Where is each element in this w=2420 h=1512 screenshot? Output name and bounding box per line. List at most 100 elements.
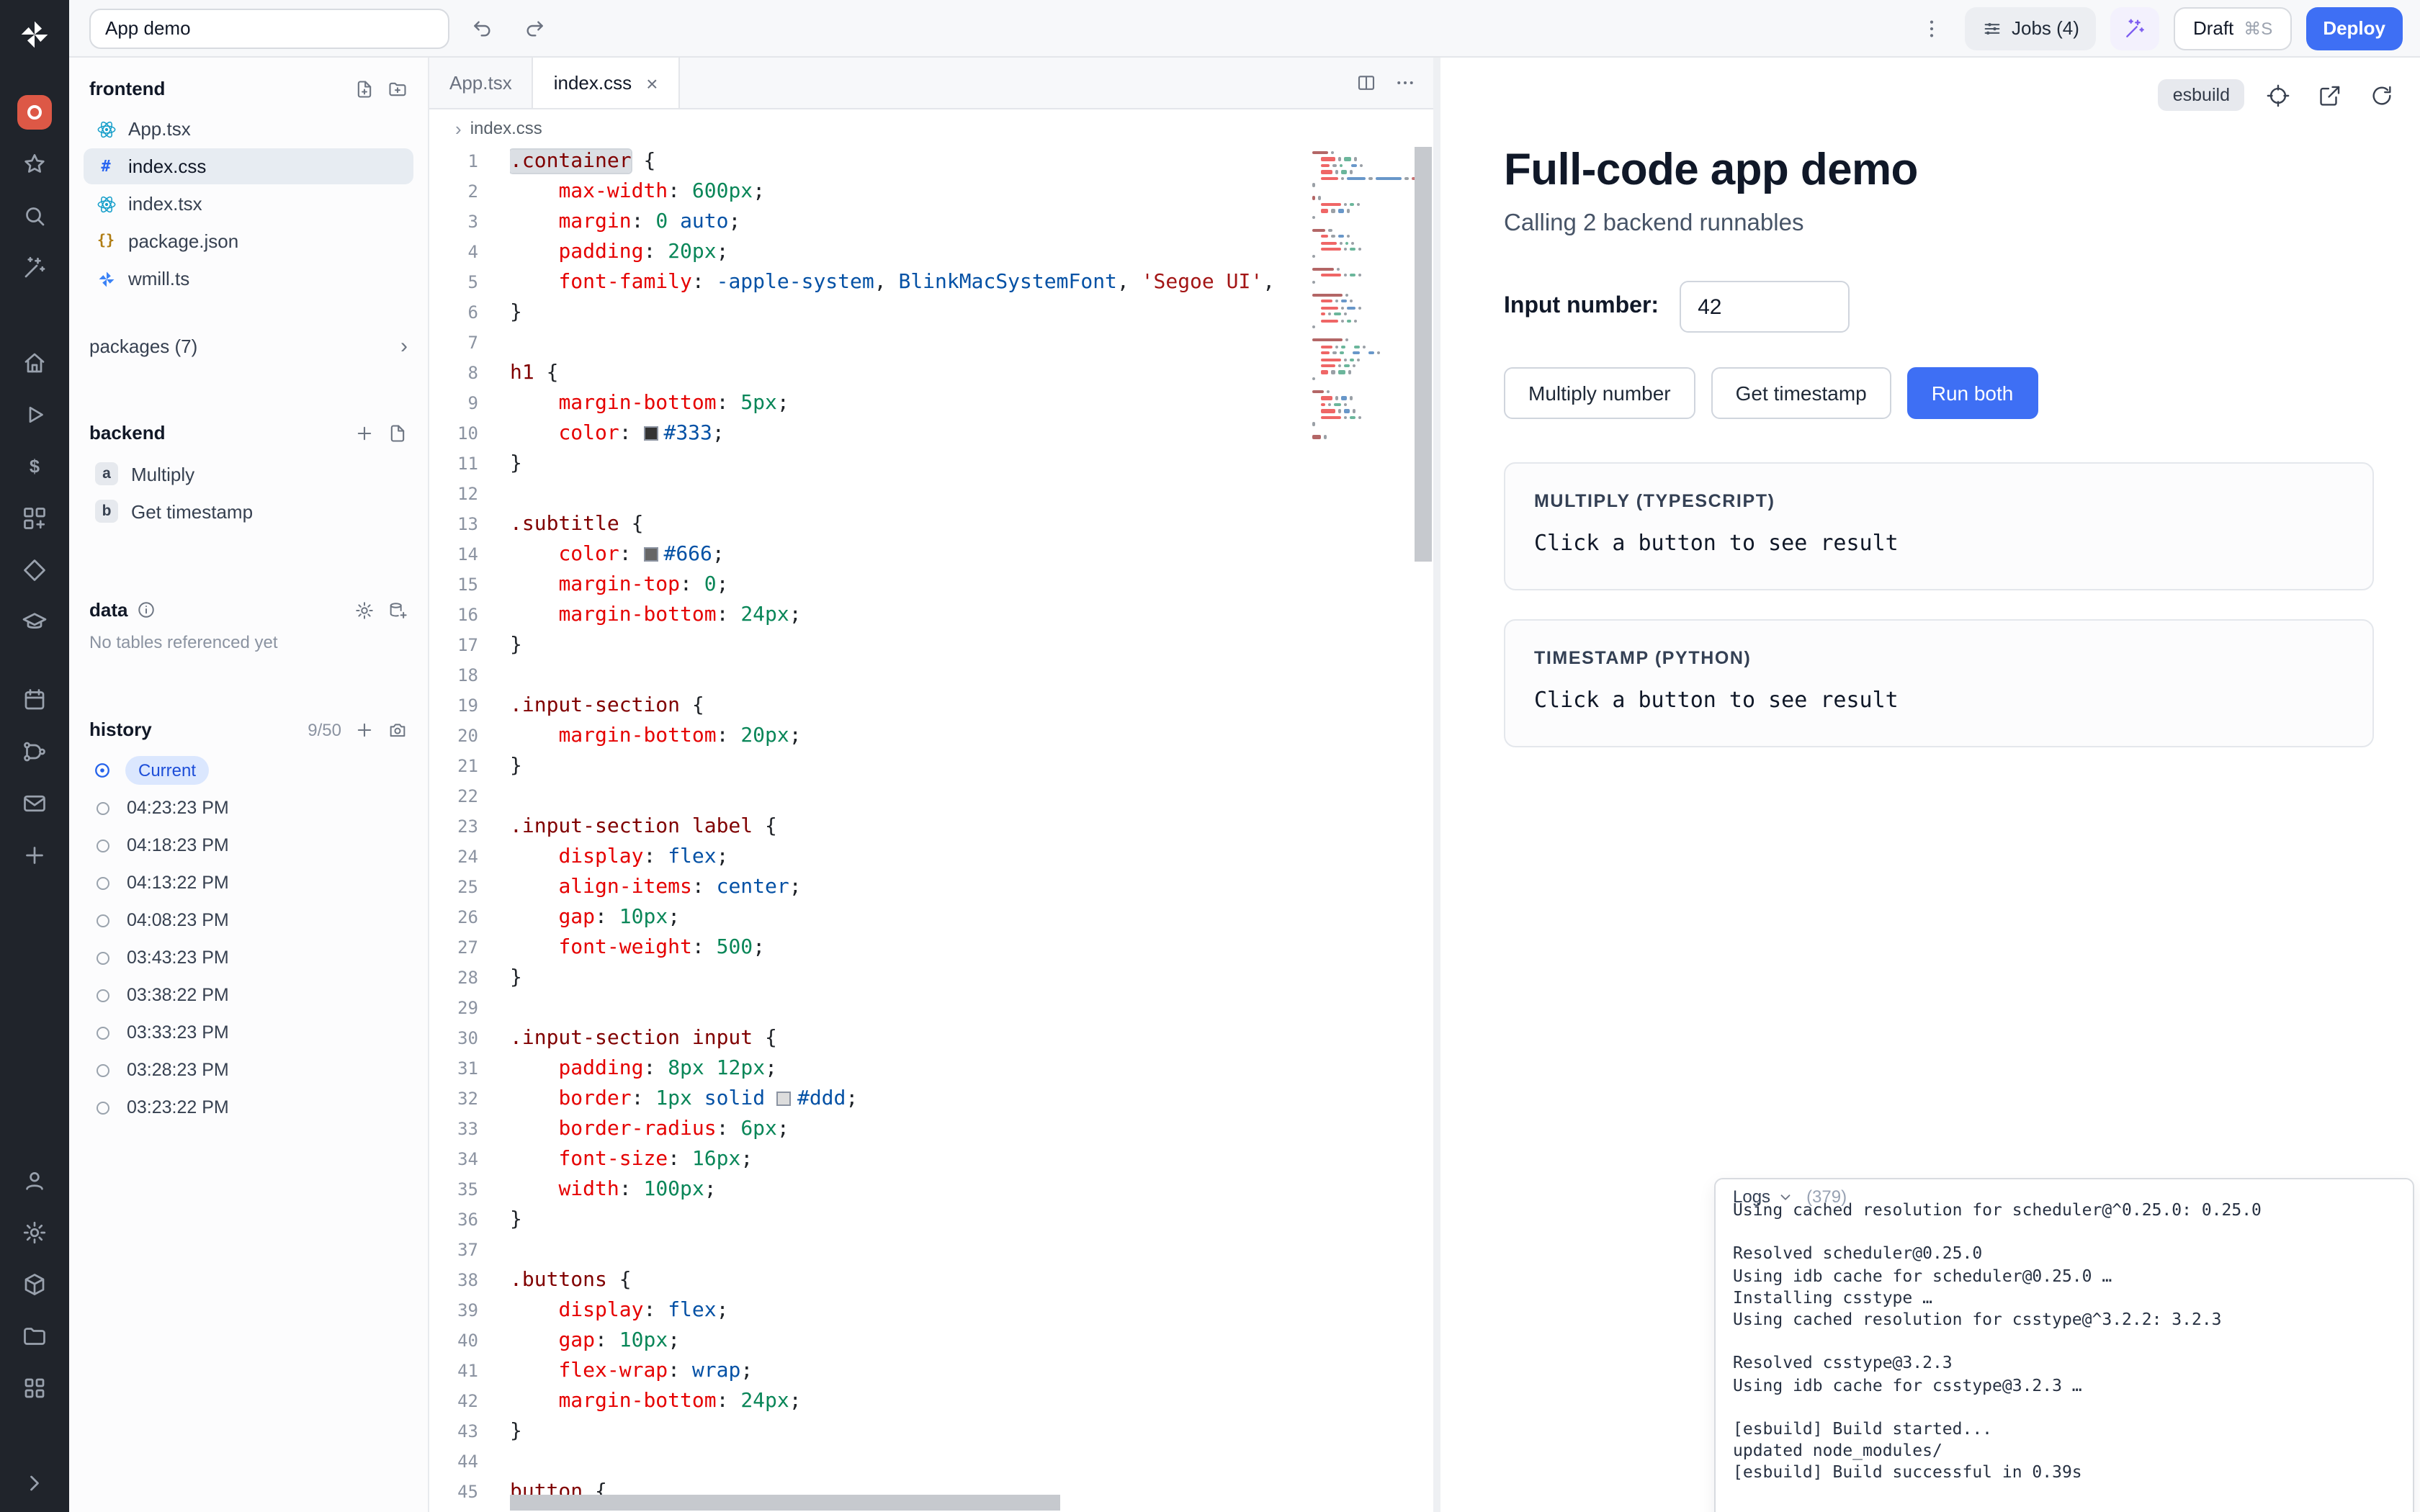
color-swatch[interactable] xyxy=(777,1092,792,1106)
new-file-icon[interactable] xyxy=(354,78,375,99)
code-line-17[interactable]: 17} xyxy=(429,631,1433,661)
backend-runnable-get-timestamp[interactable]: bGet timestamp xyxy=(89,492,408,530)
package-icon[interactable] xyxy=(14,1264,55,1305)
vertical-scrollbar[interactable] xyxy=(1413,147,1433,1512)
more-options-icon[interactable] xyxy=(1394,72,1416,94)
multiply-number-button[interactable]: Multiply number xyxy=(1504,367,1695,419)
kebab-menu-icon[interactable] xyxy=(1912,9,1950,47)
code-line-12[interactable]: 12 xyxy=(429,480,1433,510)
code-line-9[interactable]: 9 margin-bottom: 5px; xyxy=(429,389,1433,419)
code-line-33[interactable]: 33 border-radius: 6px; xyxy=(429,1115,1433,1145)
packages-row[interactable]: packages (7) › xyxy=(89,334,408,359)
code-line-10[interactable]: 10 color: #333; xyxy=(429,419,1433,449)
code-line-16[interactable]: 16 margin-bottom: 24px; xyxy=(429,600,1433,631)
code-line-5[interactable]: 5 font-family: -apple-system, BlinkMacSy… xyxy=(429,268,1433,298)
code-line-34[interactable]: 34 font-size: 16px; xyxy=(429,1145,1433,1175)
history-entry[interactable]: 04:08:23 PM xyxy=(89,901,408,939)
code-line-29[interactable]: 29 xyxy=(429,994,1433,1024)
code-line-35[interactable]: 35 width: 100px; xyxy=(429,1175,1433,1205)
jobs-button[interactable]: Jobs (4) xyxy=(1964,6,2097,50)
code-line-1[interactable]: 1.container { xyxy=(429,147,1433,177)
tab-index.css[interactable]: index.css× xyxy=(534,58,680,108)
minimap[interactable] xyxy=(1312,151,1387,442)
code-line-43[interactable]: 43} xyxy=(429,1417,1433,1447)
code-line-19[interactable]: 19.input-section { xyxy=(429,691,1433,721)
new-script-icon[interactable] xyxy=(387,423,408,443)
sidebar-file-index.css[interactable]: #index.css xyxy=(84,148,413,184)
code-line-3[interactable]: 3 margin: 0 auto; xyxy=(429,207,1433,238)
code-line-44[interactable]: 44 xyxy=(429,1447,1433,1477)
history-entry[interactable]: 03:23:22 PM xyxy=(89,1089,408,1126)
windmill-logo-icon[interactable] xyxy=(14,14,55,55)
user-icon[interactable] xyxy=(14,1161,55,1201)
add-table-icon[interactable] xyxy=(387,600,408,620)
sidebar-file-index.tsx[interactable]: index.tsx xyxy=(84,186,413,222)
history-current-row[interactable]: Current xyxy=(89,752,408,789)
code-line-11[interactable]: 11} xyxy=(429,449,1433,480)
code-line-23[interactable]: 23.input-section label { xyxy=(429,812,1433,842)
code-line-21[interactable]: 21} xyxy=(429,752,1433,782)
code-line-41[interactable]: 41 flex-wrap: wrap; xyxy=(429,1356,1433,1387)
mail-icon[interactable] xyxy=(14,783,55,824)
deploy-button[interactable]: Deploy xyxy=(2305,6,2403,50)
code-line-42[interactable]: 42 margin-bottom: 24px; xyxy=(429,1387,1433,1417)
bundler-badge[interactable]: esbuild xyxy=(2159,79,2244,111)
plus-icon[interactable] xyxy=(14,835,55,876)
ai-wand-button[interactable] xyxy=(2111,6,2160,50)
branch-icon[interactable] xyxy=(14,732,55,772)
new-folder-icon[interactable] xyxy=(387,78,408,99)
code-line-18[interactable]: 18 xyxy=(429,661,1433,691)
code-line-37[interactable]: 37 xyxy=(429,1236,1433,1266)
app-name-input[interactable] xyxy=(89,8,449,48)
code-line-31[interactable]: 31 padding: 8px 12px; xyxy=(429,1054,1433,1084)
data-settings-gear-icon[interactable] xyxy=(354,600,375,620)
blocks-icon[interactable] xyxy=(14,498,55,539)
grid-icon[interactable] xyxy=(14,1368,55,1408)
code-line-7[interactable]: 7 xyxy=(429,328,1433,359)
code-line-30[interactable]: 30.input-section input { xyxy=(429,1024,1433,1054)
get-timestamp-button[interactable]: Get timestamp xyxy=(1711,367,1891,419)
code-line-26[interactable]: 26 gap: 10px; xyxy=(429,903,1433,933)
code-area[interactable]: 1.container {2 max-width: 600px;3 margin… xyxy=(429,147,1433,1512)
code-line-38[interactable]: 38.buttons { xyxy=(429,1266,1433,1296)
breadcrumb[interactable]: › index.css xyxy=(429,109,1433,147)
logs-body[interactable]: Using cached resolution for scheduler@^0… xyxy=(1716,1200,2413,1495)
add-runnable-icon[interactable] xyxy=(354,423,375,443)
refresh-icon[interactable] xyxy=(2362,76,2400,114)
code-line-32[interactable]: 32 border: 1px solid #ddd; xyxy=(429,1084,1433,1115)
code-line-22[interactable]: 22 xyxy=(429,782,1433,812)
color-swatch[interactable] xyxy=(643,426,658,441)
gear-icon[interactable] xyxy=(14,1212,55,1253)
backend-runnable-multiply[interactable]: aMultiply xyxy=(89,455,408,492)
play-icon[interactable] xyxy=(14,395,55,435)
add-snapshot-icon[interactable] xyxy=(354,719,375,739)
star-icon[interactable] xyxy=(14,144,55,184)
history-entry[interactable]: 03:43:23 PM xyxy=(89,939,408,976)
code-line-2[interactable]: 2 max-width: 600px; xyxy=(429,177,1433,207)
folder-icon[interactable] xyxy=(14,1316,55,1356)
code-line-24[interactable]: 24 display: flex; xyxy=(429,842,1433,873)
vertical-scrollbar-thumb[interactable] xyxy=(1415,147,1432,562)
code-line-15[interactable]: 15 margin-top: 0; xyxy=(429,570,1433,600)
input-number-field[interactable] xyxy=(1679,281,1849,333)
open-external-icon[interactable] xyxy=(2311,76,2348,114)
code-line-25[interactable]: 25 align-items: center; xyxy=(429,873,1433,903)
code-line-20[interactable]: 20 margin-bottom: 20px; xyxy=(429,721,1433,752)
wand-icon[interactable] xyxy=(14,248,55,288)
sidebar-file-package.json[interactable]: {}package.json xyxy=(84,223,413,259)
draft-button[interactable]: Draft ⌘S xyxy=(2174,6,2291,50)
history-entry[interactable]: 03:38:22 PM xyxy=(89,976,408,1014)
history-entry[interactable]: 03:33:23 PM xyxy=(89,1014,408,1051)
inspect-crosshair-icon[interactable] xyxy=(2259,76,2296,114)
rail-expand-chevron-icon[interactable] xyxy=(14,1463,55,1503)
run-both-button[interactable]: Run both xyxy=(1907,367,2038,419)
app-badge-icon[interactable] xyxy=(14,92,55,132)
code-line-36[interactable]: 36} xyxy=(429,1205,1433,1236)
search-icon[interactable] xyxy=(14,196,55,236)
history-entry[interactable]: 03:28:23 PM xyxy=(89,1051,408,1089)
sidebar-file-wmill.ts[interactable]: wmill.ts xyxy=(84,261,413,297)
code-line-13[interactable]: 13.subtitle { xyxy=(429,510,1433,540)
undo-icon[interactable] xyxy=(464,9,501,47)
camera-icon[interactable] xyxy=(387,719,408,739)
home-icon[interactable] xyxy=(14,343,55,383)
